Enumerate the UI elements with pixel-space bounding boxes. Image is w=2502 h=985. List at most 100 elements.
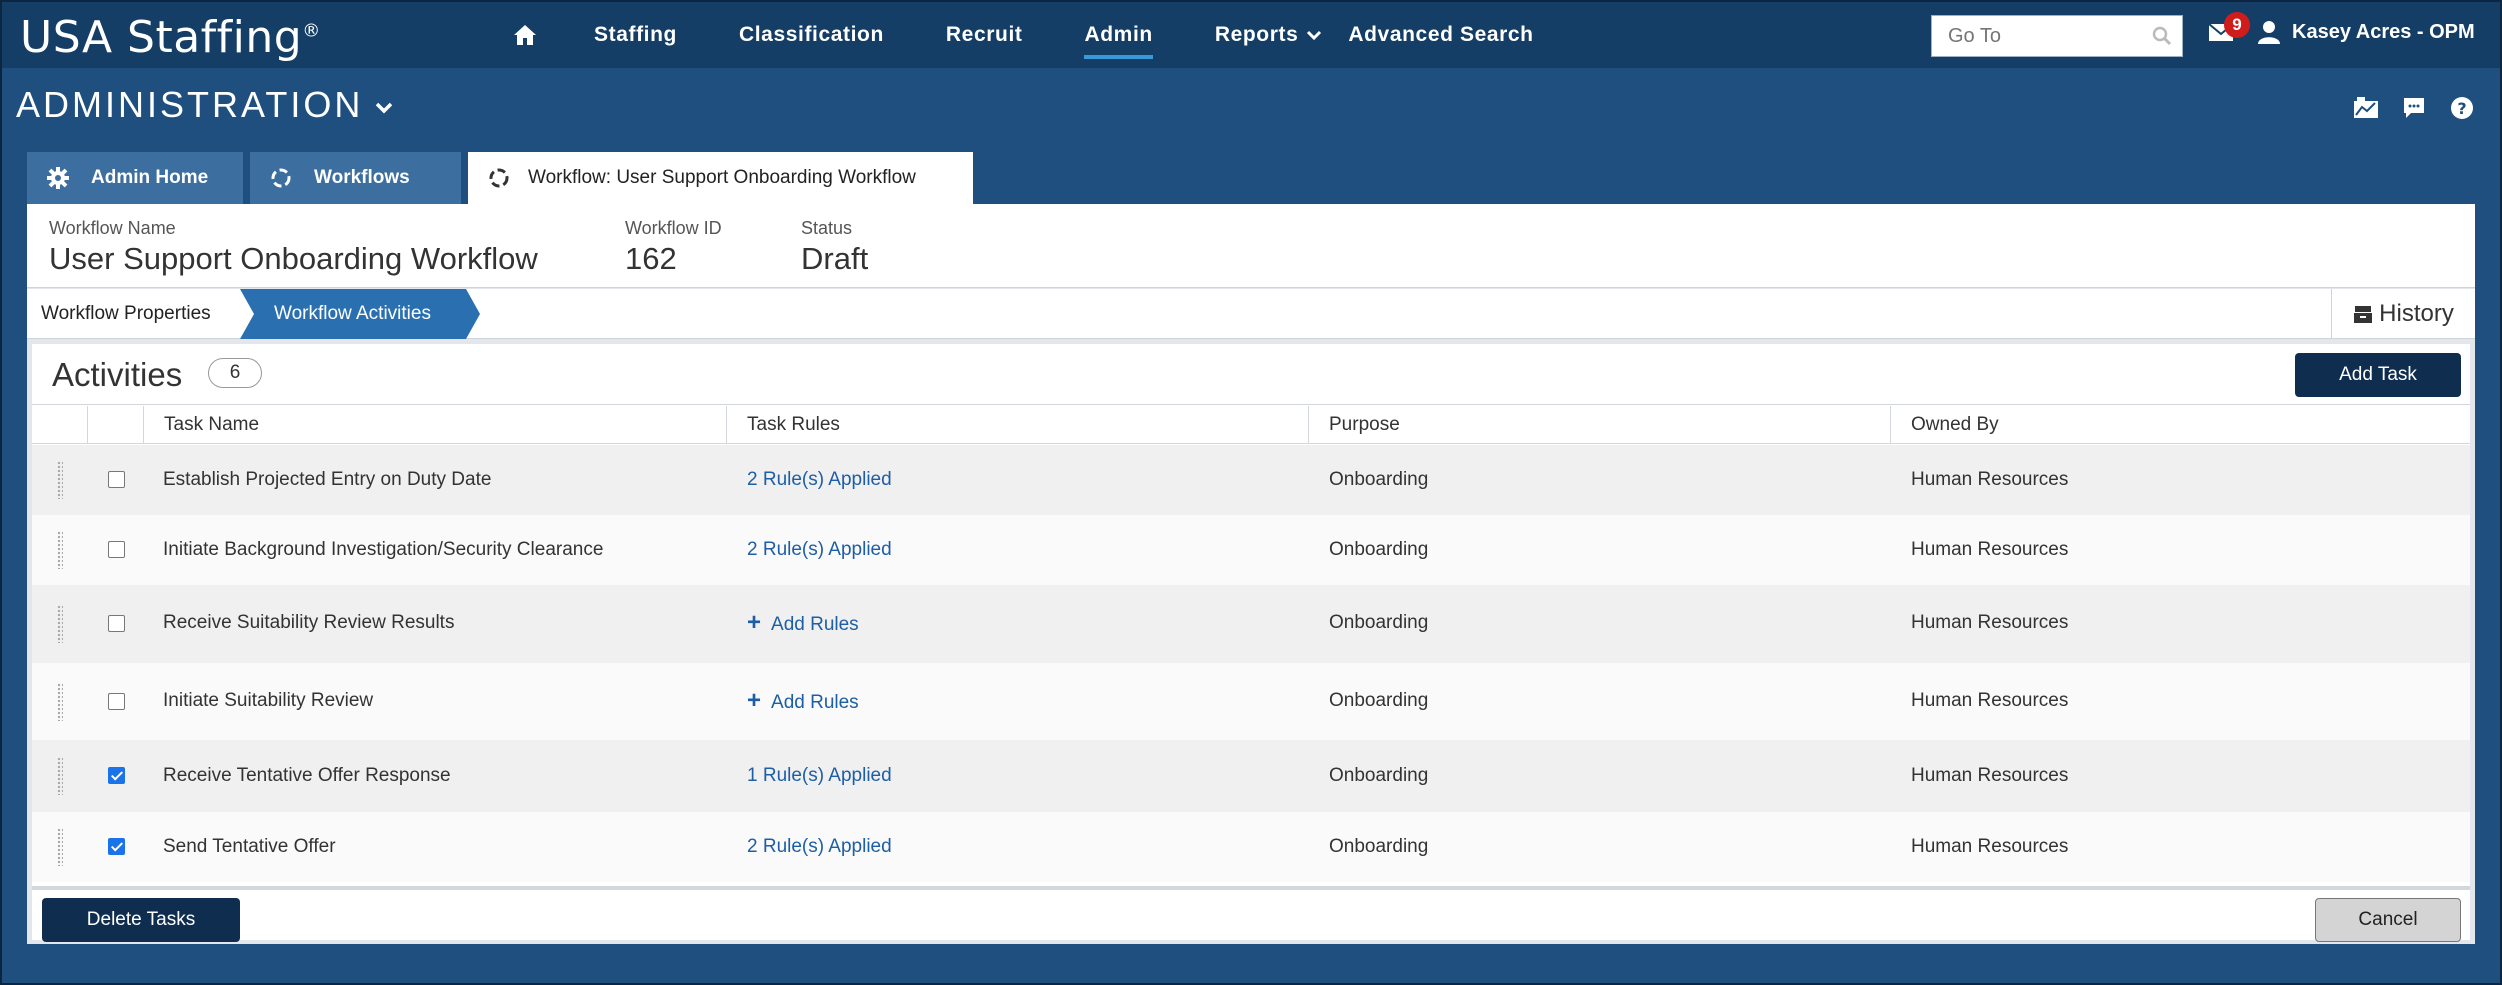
task-rules-link[interactable]: 2 Rule(s) Applied: [747, 539, 892, 561]
column-task-name[interactable]: Task Name: [143, 406, 726, 444]
usa-staffing-logo[interactable]: USA Staffing®: [20, 12, 321, 63]
dashboard-icon[interactable]: [2352, 94, 2380, 122]
goto-input[interactable]: [1932, 16, 2142, 56]
drag-handle-icon[interactable]: [57, 461, 63, 499]
tab-current-workflow[interactable]: Workflow: User Support Onboarding Workfl…: [468, 152, 973, 204]
user-menu[interactable]: Kasey Acres - OPM: [2258, 20, 2475, 44]
task-purpose: Onboarding: [1329, 469, 1429, 490]
tab-workflows[interactable]: Workflows: [250, 152, 461, 204]
row-checkbox[interactable]: [108, 615, 125, 632]
step-workflow-activities[interactable]: Workflow Activities: [240, 289, 480, 339]
column-purpose[interactable]: Purpose: [1308, 406, 1890, 444]
task-owner: Human Resources: [1911, 612, 2069, 633]
drag-handle-icon[interactable]: [57, 683, 63, 721]
task-rules-link[interactable]: 2 Rule(s) Applied: [747, 836, 892, 858]
task-purpose: Onboarding: [1329, 765, 1429, 786]
history-label: History: [2379, 300, 2454, 327]
table-row[interactable]: Initiate Background Investigation/Securi…: [32, 515, 2470, 585]
cancel-button[interactable]: Cancel: [2315, 898, 2461, 942]
activities-count-badge: 6: [208, 358, 262, 388]
plus-icon: +: [747, 687, 762, 714]
workflow-id-value: 162: [625, 241, 677, 276]
goto-search: [1931, 15, 2183, 57]
workflow-icon: [489, 168, 509, 188]
task-purpose: Onboarding: [1329, 539, 1429, 560]
history-button[interactable]: History: [2331, 289, 2475, 339]
task-name: Receive Tentative Offer Response: [163, 765, 451, 786]
table-header: Task Name Task Rules Purpose Owned By: [32, 406, 2470, 444]
nav-classification[interactable]: Classification: [739, 23, 884, 47]
drag-handle-icon[interactable]: [57, 828, 63, 866]
section-title-text: ADMINISTRATION: [16, 84, 364, 125]
table-row[interactable]: Initiate Suitability Review + Add Rules O…: [32, 663, 2470, 740]
workflow-name-label: Workflow Name: [49, 218, 176, 238]
nav-reports-label: Reports: [1214, 23, 1299, 46]
activities-card: Activities 6 Add Task Task Name Task Rul…: [32, 344, 2470, 942]
tab-label: Admin Home: [91, 167, 209, 188]
task-purpose: Onboarding: [1329, 612, 1429, 633]
user-name: Kasey Acres - OPM: [2292, 20, 2475, 43]
table-row[interactable]: Establish Projected Entry on Duty Date 2…: [32, 445, 2470, 515]
gear-icon: [47, 167, 69, 189]
task-name: Send Tentative Offer: [163, 836, 336, 857]
archive-icon: [2354, 306, 2373, 323]
workflow-name: Workflow Name User Support Onboarding Wo…: [49, 218, 538, 277]
search-icon[interactable]: [2152, 26, 2172, 46]
task-name: Receive Suitability Review Results: [163, 612, 455, 633]
row-checkbox[interactable]: [108, 767, 125, 784]
task-owner: Human Resources: [1911, 765, 2069, 786]
task-owner: Human Resources: [1911, 469, 2069, 490]
activities-header: Activities 6 Add Task: [32, 344, 2470, 405]
nav-advanced-search[interactable]: Advanced Search: [1348, 23, 1533, 47]
delete-tasks-button[interactable]: Delete Tasks: [42, 898, 240, 942]
add-rules-link[interactable]: + Add Rules: [747, 609, 859, 637]
chat-icon[interactable]: [2400, 94, 2428, 122]
task-name: Initiate Suitability Review: [163, 690, 374, 711]
tab-label: Workflows: [314, 167, 410, 188]
drag-handle-icon[interactable]: [57, 757, 63, 795]
status-value: Draft: [801, 241, 869, 276]
step-workflow-properties[interactable]: Workflow Properties: [41, 289, 211, 339]
nav-recruit[interactable]: Recruit: [946, 23, 1023, 47]
add-rules-link[interactable]: + Add Rules: [747, 687, 859, 715]
nav-admin[interactable]: Admin: [1084, 23, 1154, 59]
row-checkbox[interactable]: [108, 693, 125, 710]
table-row[interactable]: Receive Suitability Review Results + Add …: [32, 585, 2470, 663]
section-title[interactable]: ADMINISTRATION: [16, 84, 393, 126]
table-row[interactable]: Send Tentative Offer 2 Rule(s) Applied O…: [32, 812, 2470, 882]
add-task-button[interactable]: Add Task: [2295, 353, 2461, 397]
mail-count-badge: 9: [2224, 12, 2250, 38]
row-checkbox[interactable]: [108, 838, 125, 855]
nav-reports[interactable]: Reports: [1215, 23, 1323, 47]
tab-admin-home[interactable]: Admin Home: [27, 152, 243, 204]
workflow-id-label: Workflow ID: [625, 218, 722, 238]
table-row[interactable]: Receive Tentative Offer Response 1 Rule(…: [32, 740, 2470, 812]
row-checkbox[interactable]: [108, 541, 125, 558]
task-purpose: Onboarding: [1329, 690, 1429, 711]
task-rules-link[interactable]: 2 Rule(s) Applied: [747, 469, 892, 491]
tab-label: Workflow: User Support Onboarding Workfl…: [528, 167, 916, 188]
nav-staffing[interactable]: Staffing: [594, 23, 677, 47]
action-bar: Delete Tasks Cancel: [32, 886, 2470, 942]
column-task-rules[interactable]: Task Rules: [726, 406, 1308, 444]
help-icon[interactable]: ?: [2448, 94, 2476, 122]
task-name: Initiate Background Investigation/Securi…: [163, 539, 604, 560]
workflow-status: Status Draft: [801, 218, 868, 277]
drag-column-header: [32, 406, 87, 444]
status-label: Status: [801, 218, 853, 238]
task-owner: Human Resources: [1911, 539, 2069, 560]
workflow-name-value: User Support Onboarding Workflow: [49, 241, 538, 276]
main-nav: Staffing Classification Recruit Admin Re…: [508, 2, 1596, 68]
task-rules-link[interactable]: 1 Rule(s) Applied: [747, 765, 892, 787]
drag-handle-icon[interactable]: [57, 605, 63, 643]
row-checkbox[interactable]: [108, 471, 125, 488]
workflow-icon: [271, 168, 291, 188]
home-icon[interactable]: [508, 18, 542, 52]
top-navbar: USA Staffing® Staffing Classification Re…: [2, 2, 2500, 68]
workflow-panel: Workflow Name User Support Onboarding Wo…: [27, 204, 2475, 944]
drag-handle-icon[interactable]: [57, 531, 63, 569]
activities-title: Activities: [52, 356, 183, 393]
column-owned-by[interactable]: Owned By: [1890, 406, 2470, 444]
task-owner: Human Resources: [1911, 836, 2069, 857]
task-name: Establish Projected Entry on Duty Date: [163, 469, 492, 490]
